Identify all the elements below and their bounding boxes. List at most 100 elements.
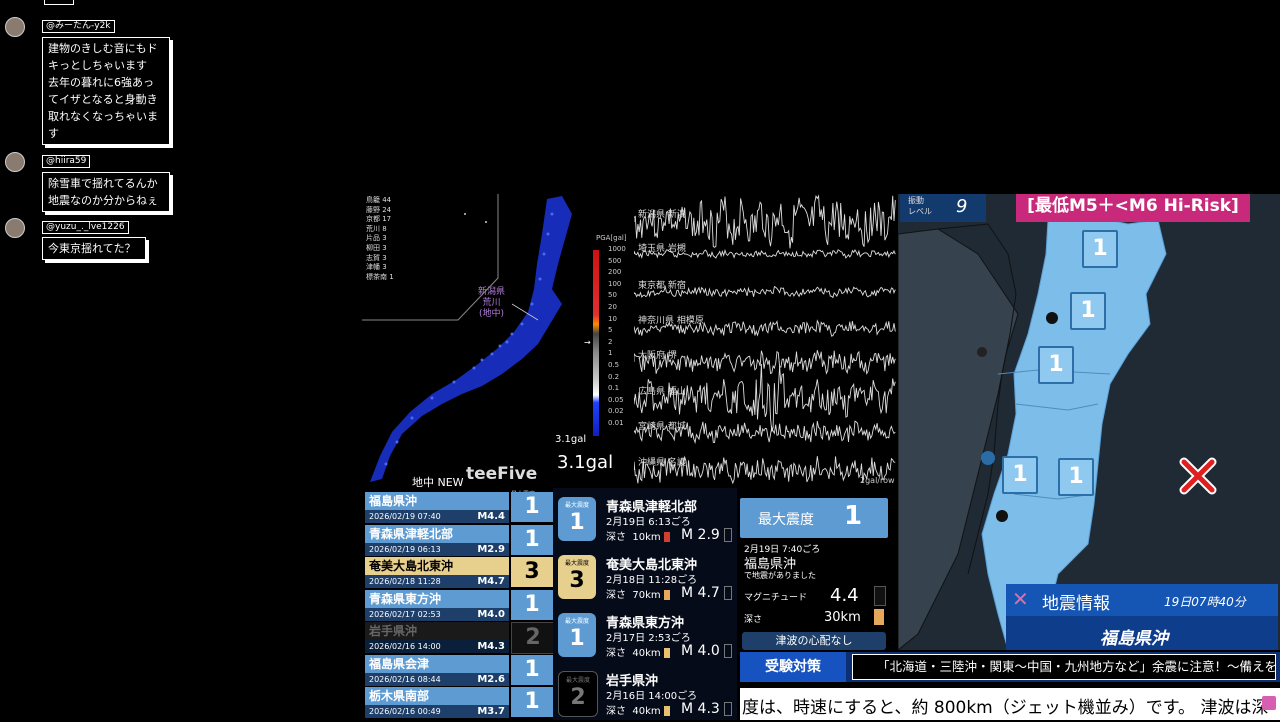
eq-list-row[interactable]: 奄美大島北東沖 2026/02/18 11:28 M4.7 3	[365, 557, 555, 588]
pga-tick: 0.1	[608, 384, 620, 393]
ticker-tag: 受験対策	[740, 652, 846, 682]
pga-tick: 1	[608, 349, 613, 358]
pga-tick: 1000	[608, 245, 626, 253]
mid-badge-label: 最大震度	[565, 677, 590, 684]
eq-list-row[interactable]: 福島県会津 2026/02/16 08:44 M2.6 1	[365, 654, 555, 686]
intensity-marker: 1	[1082, 230, 1118, 268]
eq-list-row[interactable]: 福島県沖 2026/02/19 07:40 M4.4 1	[365, 492, 555, 523]
waveform-panel: 新潟県 新潟 埼玉県 岩槻 東京都 新宿 神奈川県 相模原 大阪府 堺 広島県 …	[634, 194, 898, 490]
vibration-level-label-line: 振動	[908, 196, 924, 205]
mid-magnitude: M 4.7	[681, 585, 733, 601]
pga-tick: 5	[608, 326, 613, 335]
mid-depth: 深さ 40km	[606, 702, 670, 717]
eq-magnitude: M4.3	[477, 641, 505, 652]
mid-intensity-badge: 最大震度 1	[558, 613, 596, 657]
tsunami-status: 津波の心配なし	[742, 632, 886, 650]
mid-magnitude-value: 2.9	[697, 527, 720, 543]
intensity-marker: 1	[1002, 456, 1038, 494]
eq-list-row[interactable]: 栃木県南部 2026/02/16 00:49 M3.7 1	[365, 687, 555, 718]
eq-name: 栃木県南部	[365, 687, 509, 705]
eq-name: 福島県沖	[365, 492, 509, 510]
quake-info-place-bar: 福島県沖	[1006, 616, 1278, 650]
eq-list-row[interactable]: 青森県東方沖 2026/02/17 02:53 M4.0 1	[365, 589, 555, 621]
eq-sub: 2026/02/16 08:44 M2.6	[365, 672, 509, 686]
station-label-line: 荒川	[482, 298, 501, 308]
latest-mag-value: 4.4	[830, 585, 859, 606]
quake-info-place: 福島県沖	[1100, 629, 1168, 649]
mid-depth-swatch	[663, 706, 670, 716]
intensity-marker: 1	[1038, 346, 1074, 384]
tsunami-status-text: 津波の心配なし	[775, 634, 853, 647]
eq-intensity: 3	[511, 557, 553, 587]
mid-badge-value: 1	[569, 626, 585, 651]
vibration-level-label: 振動 レベル	[908, 195, 932, 217]
pga-color-bar	[593, 250, 599, 436]
eq-list-row[interactable]: 青森県津軽北部 2026/02/19 06:13 M2.9 1	[365, 524, 555, 556]
latest-occurred: で地震がありました	[744, 571, 816, 580]
current-gal-large: 3.1gal	[557, 452, 614, 473]
mid-depth-value: 40km	[632, 706, 661, 717]
pga-tick: 20	[608, 302, 617, 311]
latest-mag-label: マグニチュード	[744, 593, 808, 603]
mid-badge-label: 最大震度	[564, 560, 589, 567]
ticker-scroll-bar: 度は、時速にすると、約 800km（ジェット機並み）です。 津波は深	[740, 688, 1280, 720]
mid-intensity-badge: 最大震度 3	[558, 555, 596, 599]
avatar	[5, 152, 25, 172]
mid-badge-label: 最大震度	[564, 502, 589, 509]
eq-name: 福島県会津	[365, 654, 509, 673]
eq-date: 2026/02/19 06:13	[369, 544, 441, 554]
pga-tick: 0.2	[608, 372, 620, 381]
intensity-marker: 1	[1058, 458, 1094, 496]
pga-tick: 0.5	[608, 360, 620, 369]
region-map-panel: 振動 レベル 9 [最低M5＋<M6 Hi-Risk] 11111 ✕ 地震情報…	[898, 194, 1280, 650]
eq-date: 2026/02/19 07:40	[369, 512, 441, 521]
pga-tick: 0.05	[608, 395, 624, 404]
mid-list-card[interactable]: 最大震度 1 青森県津軽北部 2月19日 6:13ごろ 深さ 10km M 2.9	[556, 494, 736, 548]
eq-name: 青森県東方沖	[365, 589, 509, 608]
wave-station-label: 広島県 福山	[638, 387, 686, 397]
chat-username: @yuzu_._lve1226	[42, 221, 129, 234]
pga-tick: 10	[608, 314, 617, 323]
mid-depth: 深さ 10km	[606, 528, 670, 543]
mid-depth-swatch	[663, 590, 670, 600]
waveform-traces	[634, 194, 896, 485]
eq-list-row[interactable]: 岩手県沖 2026/02/16 14:00 M4.3 2	[365, 622, 555, 654]
mid-depth: 深さ 40km	[606, 644, 670, 659]
avatar	[5, 17, 25, 37]
mid-list-card[interactable]: 最大震度 3 奄美大島北東沖 2月18日 11:28ごろ 深さ 70km M 4.7	[556, 552, 736, 606]
pga-tick: 0.01	[608, 418, 624, 427]
station-label-line: (地中)	[478, 309, 505, 319]
latest-depth-swatch	[874, 609, 884, 625]
mid-depth-label: 深さ	[606, 648, 626, 659]
chat-line: てイザとなると身動き	[48, 93, 158, 106]
eq-name: 奄美大島北東沖	[365, 557, 509, 575]
mid-date: 2月18日 11:28ごろ	[606, 575, 698, 586]
chat-avatar-top-partial	[44, 0, 74, 5]
mid-badge-value: 1	[569, 510, 585, 535]
chat-line: 今東京揺れてた？	[48, 242, 136, 255]
mid-date: 2月16日 14:00ごろ	[606, 691, 698, 702]
eq-magnitude: M2.6	[477, 673, 505, 685]
mid-list-card[interactable]: 最大震度 2 岩手県沖 2月16日 14:00ごろ 深さ 40km M 4.3	[556, 668, 736, 722]
mid-date: 2月17日 2:53ごろ	[606, 633, 691, 644]
eq-sub: 2026/02/16 14:00 M4.3	[365, 640, 509, 653]
latest-intensity-label: 最大震度	[758, 512, 814, 528]
eq-sub: 2026/02/19 07:40 M4.4	[365, 510, 509, 523]
eq-magnitude: M4.7	[477, 576, 505, 587]
pga-tick: 0.02	[608, 407, 624, 416]
latest-quake-panel: 最大震度 1 2月19日 7:40ごろ 福島県沖 で地震がありました マグニチュ…	[738, 490, 898, 650]
mid-list-card[interactable]: 最大震度 1 青森県東方沖 2月17日 2:53ごろ 深さ 40km M 4.0	[556, 610, 736, 664]
mid-magnitude: M 4.0	[681, 643, 733, 659]
eq-intensity: 2	[511, 622, 555, 654]
mid-depth-value: 70km	[632, 590, 661, 601]
mid-depth-value: 10km	[632, 532, 661, 543]
quake-info-box: ✕ 地震情報 19日07時40分 福島県沖	[1006, 584, 1278, 650]
eq-sub: 2026/02/19 06:13 M2.9	[365, 542, 509, 556]
mid-mag-box	[724, 586, 733, 600]
ticker-headline-bar: 受験対策 「北海道・三陸沖・関東～中国・九州地方など」余震に注意！～備えを～	[740, 652, 1280, 682]
eq-date: 2026/02/18 11:28	[369, 577, 441, 586]
vibration-level-value: 9	[956, 196, 968, 217]
wave-station-label: 新潟県 新潟	[638, 210, 686, 220]
eq-intensity: 1	[511, 524, 553, 555]
quake-info-x-icon: ✕	[1012, 587, 1029, 611]
